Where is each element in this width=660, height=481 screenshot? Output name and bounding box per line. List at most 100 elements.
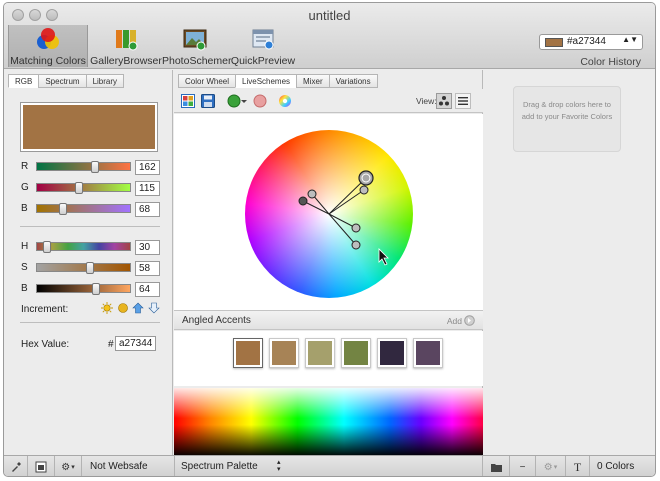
tab-spectrum[interactable]: Spectrum: [38, 74, 86, 88]
eyedropper-button[interactable]: [4, 456, 28, 476]
toolbar-matching-colors[interactable]: Matching Colors: [8, 25, 88, 67]
save-icon[interactable]: [201, 94, 215, 108]
tab-live-schemes[interactable]: LiveSchemes: [235, 74, 297, 88]
scheme-swatches-area: [174, 331, 483, 386]
slider-thumb[interactable]: [43, 241, 52, 253]
green-value-field[interactable]: 115: [135, 181, 160, 196]
swatch-color: [416, 341, 440, 365]
toolbar-quick-preview[interactable]: QuickPreview: [230, 25, 296, 67]
scheme-marker[interactable]: [351, 240, 361, 250]
text-icon: T: [573, 459, 582, 474]
view-wheel-icon[interactable]: [436, 93, 452, 109]
magnifier-button[interactable]: [28, 456, 55, 476]
folder-icon: [491, 463, 502, 472]
divider: [20, 322, 160, 323]
history-color-chip: [545, 38, 563, 47]
app-window: untitled Matching Colors GalleryBrowser: [3, 2, 656, 477]
tab-mixer[interactable]: Mixer: [296, 74, 329, 88]
photo-schemer-icon: [183, 29, 207, 51]
color-history-popup[interactable]: #a27344 ▲▼: [539, 34, 643, 50]
tab-color-wheel[interactable]: Color Wheel: [178, 74, 236, 88]
remove-color-button[interactable]: −: [510, 456, 536, 476]
add-scheme-button[interactable]: Add: [447, 315, 475, 326]
bottom-bar: ⚙ ▾ Not Websafe Spectrum Palette ▴ ▾ − ⚙ ▾ …: [4, 455, 655, 476]
current-color-well[interactable]: [20, 102, 158, 152]
saturation-slider[interactable]: [36, 262, 131, 274]
scheme-marker[interactable]: [298, 196, 308, 206]
palette-selector-label: Spectrum Palette: [181, 461, 258, 472]
toolbar-label: QuickPreview: [230, 55, 296, 67]
scheme-marker[interactable]: [351, 223, 361, 233]
scheme-swatch[interactable]: [269, 338, 299, 368]
add-scheme-menu-icon[interactable]: [227, 94, 249, 108]
gear-icon: ⚙: [543, 461, 553, 473]
add-label: Add: [446, 315, 462, 326]
scheme-markers: [298, 170, 389, 266]
hex-value-label: Hex Value:: [21, 339, 70, 350]
toolbar-gallery-browser[interactable]: GalleryBrowser: [90, 25, 162, 67]
window-title: untitled: [308, 8, 351, 23]
blue-value-field[interactable]: 68: [135, 202, 160, 217]
tab-library[interactable]: Library: [85, 74, 125, 88]
slider-thumb[interactable]: [91, 283, 100, 295]
scheme-name: Angled Accents: [182, 315, 251, 326]
toolbar-photo-schemer[interactable]: PhotoSchemer: [162, 25, 231, 67]
swatch-color: [308, 341, 332, 365]
slider-thumb[interactable]: [75, 182, 84, 194]
brightness-slider[interactable]: [36, 283, 131, 295]
scheme-swatch[interactable]: [413, 338, 443, 368]
scheme-marker[interactable]: [307, 189, 317, 199]
arrow-down-icon[interactable]: [148, 302, 160, 314]
chevron-down-icon: ▾: [553, 464, 558, 471]
scheme-swatch[interactable]: [341, 338, 371, 368]
color-wheel-icon[interactable]: [278, 94, 292, 108]
scheme-swatch[interactable]: [377, 338, 407, 368]
scheme-marker[interactable]: [359, 185, 369, 195]
green-slider[interactable]: [36, 182, 131, 194]
new-folder-button[interactable]: [484, 456, 510, 476]
left-action-menu[interactable]: ⚙ ▾: [55, 456, 82, 476]
view-label: View:: [416, 96, 437, 106]
color-history-label: Color History: [580, 56, 641, 68]
favorites-drop-zone[interactable]: Drag & drop colors here to add to your F…: [513, 86, 621, 152]
red-slider[interactable]: [36, 161, 131, 173]
tab-rgb[interactable]: RGB: [8, 74, 39, 88]
blue-slider[interactable]: [36, 203, 131, 215]
increment-label: Increment:: [21, 304, 69, 315]
remove-scheme-icon[interactable]: [253, 94, 267, 108]
toolbar-label: GalleryBrowser: [90, 55, 162, 67]
slider-thumb[interactable]: [59, 203, 68, 215]
scheme-swatch[interactable]: [305, 338, 335, 368]
hue-value-field[interactable]: 30: [135, 240, 160, 255]
saturation-value-field[interactable]: 58: [135, 261, 160, 276]
slider-thumb[interactable]: [86, 262, 95, 274]
swatch-color: [272, 341, 296, 365]
palette-selector[interactable]: Spectrum Palette ▴ ▾: [174, 456, 483, 476]
arrow-up-icon[interactable]: [132, 302, 144, 314]
brightness-value-field[interactable]: 64: [135, 282, 160, 297]
color-picker-panel: RGB Spectrum Library R 162 G 115 B 68 H …: [4, 70, 173, 455]
scheme-grid-icon[interactable]: [181, 94, 195, 108]
spectrum-palette[interactable]: [174, 388, 483, 455]
titlebar: untitled Matching Colors GalleryBrowser: [4, 3, 655, 69]
scheme-swatch[interactable]: [233, 338, 263, 368]
picker-tabs: RGB Spectrum Library: [8, 74, 125, 88]
red-value-field[interactable]: 162: [135, 160, 160, 175]
hsb-label-b: B: [21, 283, 28, 294]
text-button[interactable]: T: [566, 456, 590, 476]
websafe-status: Not Websafe: [90, 461, 148, 472]
right-action-menu[interactable]: ⚙ ▾: [536, 456, 566, 476]
gear-icon: ⚙: [61, 461, 71, 473]
popup-arrows-icon: ▴ ▾: [277, 459, 281, 473]
tab-variations[interactable]: Variations: [328, 74, 378, 88]
slider-thumb[interactable]: [91, 161, 100, 173]
gallery-browser-icon: [116, 30, 138, 51]
hex-value-field[interactable]: a27344: [115, 336, 156, 351]
increment-buttons: [101, 302, 160, 314]
base-color-marker[interactable]: [358, 170, 374, 186]
view-list-icon[interactable]: [455, 93, 471, 109]
hue-slider[interactable]: [36, 241, 131, 253]
sun-dim-icon[interactable]: [118, 303, 128, 313]
chevron-down-icon: ▾: [71, 464, 75, 471]
sun-bright-icon[interactable]: [101, 302, 113, 314]
